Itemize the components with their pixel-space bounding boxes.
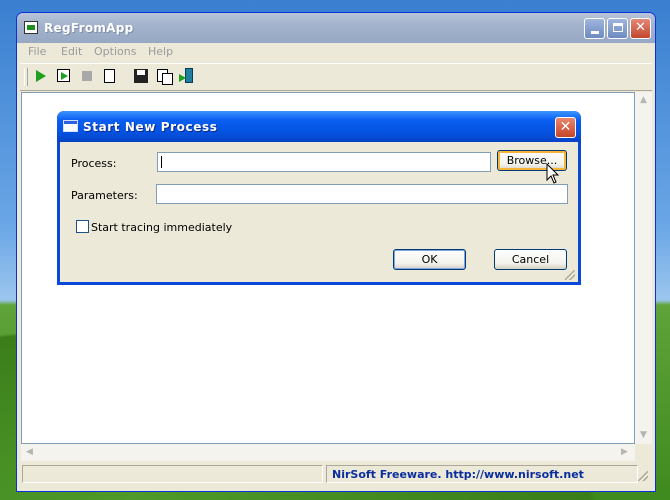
cancel-button[interactable]: Cancel xyxy=(494,249,567,270)
parameters-label: Parameters: xyxy=(71,189,138,202)
toolbar-grip[interactable] xyxy=(24,68,28,86)
start-tracing-checkbox[interactable] xyxy=(76,220,89,233)
scroll-right-icon[interactable]: ▶ xyxy=(617,445,632,460)
menubar: File Edit Options Help xyxy=(20,42,652,62)
dialog-close-button[interactable]: ✕ xyxy=(555,117,576,138)
dialog-window-icon xyxy=(63,120,78,132)
close-button[interactable]: ✕ xyxy=(630,18,651,39)
statusbar: NirSoft Freeware. http://www.nirsoft.net xyxy=(20,463,652,485)
dialog-body: Process: Browse... Parameters: Start tra… xyxy=(60,142,578,282)
maximize-icon xyxy=(612,23,623,32)
window-title: RegFromApp xyxy=(44,21,134,35)
text-caret xyxy=(161,156,162,168)
menu-file[interactable]: File xyxy=(28,45,46,58)
process-input[interactable] xyxy=(157,152,491,172)
vertical-scrollbar[interactable]: ▲ ▼ xyxy=(635,92,652,444)
main-titlebar[interactable]: RegFromApp ✕ xyxy=(17,13,655,43)
close-icon: ✕ xyxy=(559,119,572,135)
dialog-titlebar[interactable]: Start New Process ✕ xyxy=(57,111,581,142)
status-panel-right: NirSoft Freeware. http://www.nirsoft.net xyxy=(326,465,638,483)
dialog-resize-grip[interactable] xyxy=(565,270,575,280)
start-tracing-label[interactable]: Start tracing immediately xyxy=(91,221,232,234)
copy-icon[interactable] xyxy=(156,68,173,85)
scroll-left-icon[interactable]: ◀ xyxy=(22,445,37,460)
process-label: Process: xyxy=(71,157,117,170)
minimize-icon xyxy=(590,31,599,34)
nirsoft-link[interactable]: NirSoft Freeware. http://www.nirsoft.net xyxy=(332,468,584,481)
app-icon xyxy=(24,21,38,34)
status-panel-left xyxy=(22,465,323,483)
horizontal-scrollbar[interactable]: ◀ ▶ xyxy=(21,444,635,461)
close-icon: ✕ xyxy=(635,20,646,35)
minimize-button[interactable] xyxy=(584,18,605,39)
toolbar xyxy=(20,63,652,91)
scroll-down-icon[interactable]: ▼ xyxy=(636,428,651,443)
ok-button[interactable]: OK xyxy=(393,249,466,270)
exit-icon[interactable] xyxy=(179,68,195,84)
maximize-button[interactable] xyxy=(607,18,628,39)
menu-edit[interactable]: Edit xyxy=(61,45,82,58)
start-new-process-dialog: Start New Process ✕ Process: Browse... P… xyxy=(57,111,581,285)
mouse-cursor-icon xyxy=(546,163,560,184)
save-icon[interactable] xyxy=(133,68,149,84)
resize-grip[interactable] xyxy=(638,471,648,481)
menu-help[interactable]: Help xyxy=(148,45,173,58)
parameters-input[interactable] xyxy=(156,184,568,204)
new-icon[interactable] xyxy=(102,68,118,84)
dialog-title: Start New Process xyxy=(83,120,218,134)
start-process-icon[interactable] xyxy=(33,68,49,84)
stop-icon[interactable] xyxy=(79,68,95,84)
menu-options[interactable]: Options xyxy=(94,45,136,58)
start-process-tracing-icon[interactable] xyxy=(56,68,72,84)
scroll-up-icon[interactable]: ▲ xyxy=(636,93,651,108)
